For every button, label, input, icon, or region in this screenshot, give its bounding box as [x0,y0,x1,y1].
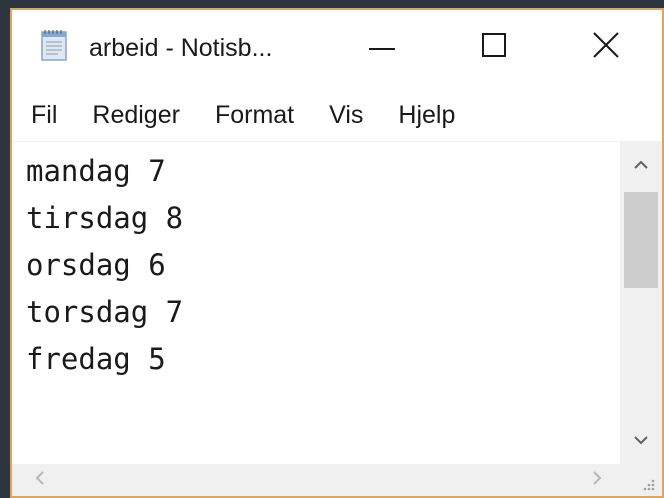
vertical-scrollbar[interactable] [620,142,662,464]
window-title: arbeid - Notisb... [89,34,273,62]
minimize-icon [369,38,395,56]
title-bar[interactable]: arbeid - Notisb... [12,10,662,84]
menu-item-vis[interactable]: Vis [310,92,379,138]
text-line: torsdag 7 [26,295,184,329]
menu-item-fil[interactable]: Fil [12,92,73,138]
text-line: tirsdag 8 [26,201,184,235]
chevron-down-icon [634,432,648,450]
minimize-button[interactable] [326,10,438,84]
resize-grip-icon [620,479,662,496]
chevron-right-icon [592,470,602,490]
notepad-window: arbeid - Notisb... Fil Rediger Format Vi… [12,10,662,496]
chevron-up-icon [634,156,648,174]
menu-item-format[interactable]: Format [196,92,310,138]
scrollbar-thumb[interactable] [624,192,658,288]
chevron-left-icon [35,470,44,490]
resize-grip[interactable] [620,464,662,496]
maximize-button[interactable] [438,10,550,84]
close-icon [593,31,619,63]
maximize-icon [482,32,506,62]
text-line: mandag 7 [26,154,166,188]
notepad-icon [39,28,71,62]
menu-item-hjelp[interactable]: Hjelp [379,92,471,138]
text-line: fredag 5 [26,342,166,376]
text-line: orsdag 6 [26,248,166,282]
scroll-up-button[interactable] [620,142,662,188]
editor-text[interactable]: mandag 7 tirsdag 8 orsdag 6 torsdag 7 fredag… [26,148,616,383]
scroll-left-button[interactable] [24,464,54,496]
menu-bar: Fil Rediger Format Vis Hjelp [12,90,662,140]
scroll-down-button[interactable] [620,418,662,464]
horizontal-scrollbar[interactable] [12,464,620,496]
scroll-right-button[interactable] [582,464,612,496]
menu-item-rediger[interactable]: Rediger [73,92,196,138]
close-button[interactable] [550,10,662,84]
text-editor[interactable]: mandag 7 tirsdag 8 orsdag 6 torsdag 7 fredag… [12,142,662,464]
